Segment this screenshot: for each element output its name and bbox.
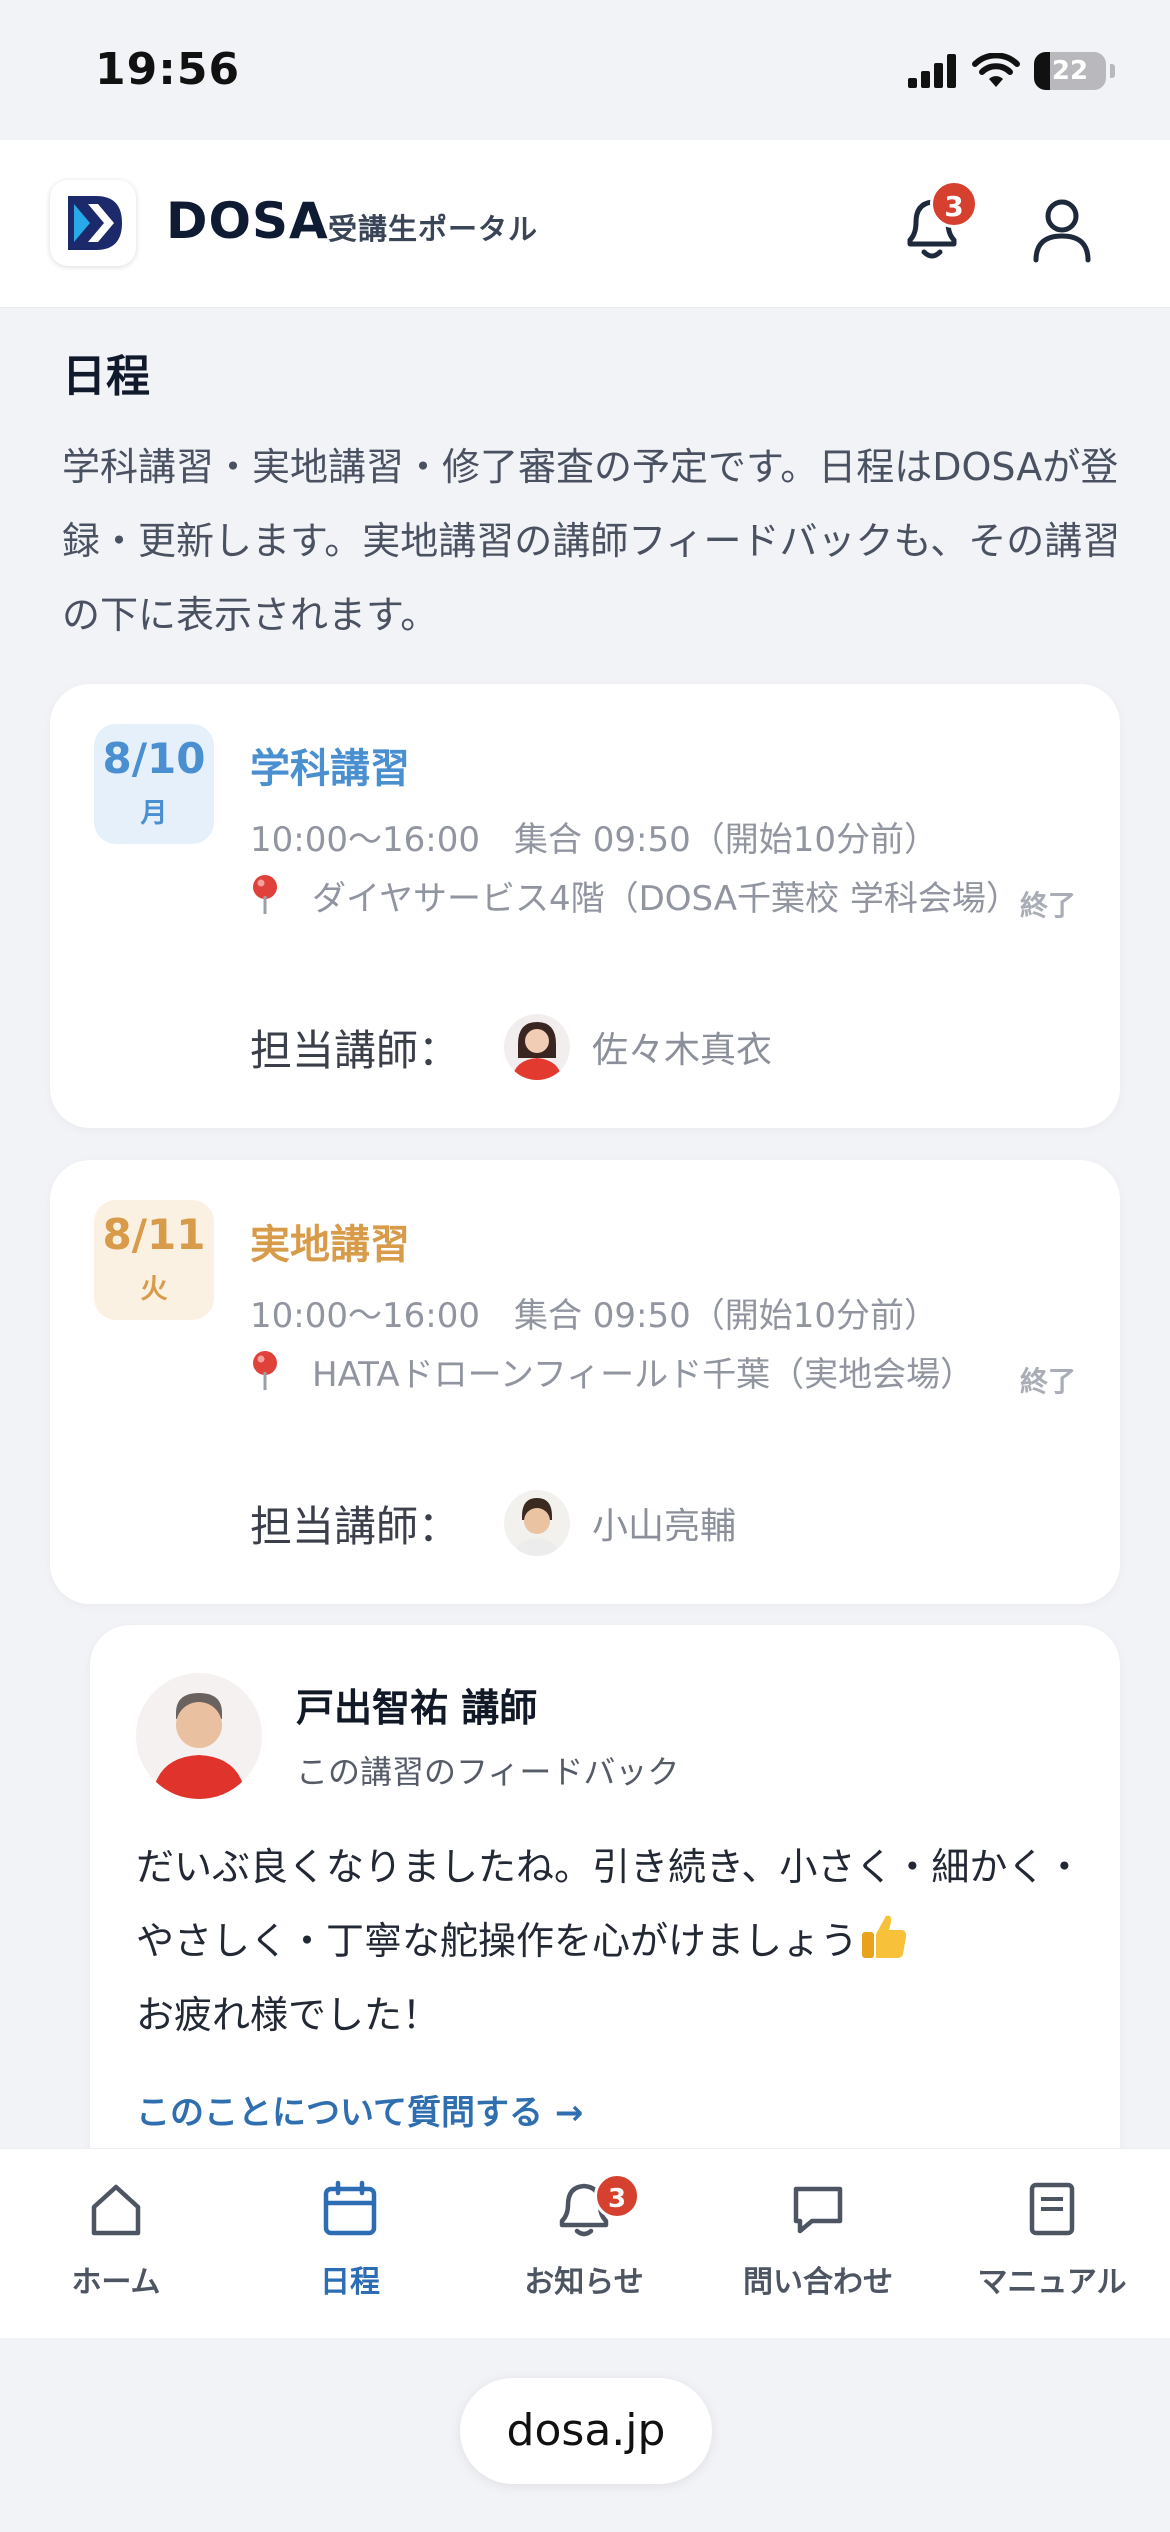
- browser-url-bar[interactable]: dosa.jp: [460, 2378, 712, 2484]
- instructor-avatar: [504, 1014, 571, 1080]
- status-icons: 22: [908, 52, 1115, 90]
- notification-badge: 3: [930, 180, 978, 228]
- brand-name: DOSA: [166, 192, 329, 250]
- nav-label: ホーム: [71, 2265, 161, 2300]
- notifications-button[interactable]: 3: [900, 180, 978, 272]
- ask-question-link[interactable]: このことについて質問する →: [136, 2085, 583, 2134]
- nav-item-schedule[interactable]: 日程: [250, 2179, 450, 2301]
- event-date: 8/10: [102, 734, 206, 783]
- feedback-instructor-avatar: [136, 1673, 262, 1799]
- instructor-name: 佐々木真衣: [592, 1030, 773, 1071]
- battery-icon: 22: [1034, 52, 1106, 90]
- user-icon: [1033, 199, 1091, 263]
- event-date-box: 8/10 月: [94, 724, 214, 844]
- status-bar: 19:56 22: [0, 0, 1170, 140]
- page-title: 日程: [62, 351, 150, 402]
- signal-icon: [908, 54, 956, 88]
- feedback-message: だいぶ良くなりましたね。引き続き、小さく・細かく・やさしく・丁寧な舵操作を心がけ…: [136, 1830, 1086, 2052]
- event-card[interactable]: 8/10 月 学科講習 10:00〜16:00 集合 09:50（開始10分前）…: [50, 684, 1120, 1128]
- instructor-row: 担当講師： 小山亮輔: [250, 1490, 736, 1556]
- calendar-icon: [323, 2180, 377, 2236]
- schedule-intro: 学科講習・実地講習・修了審査の予定です。日程はDOSAが登録・更新します。実地講…: [62, 445, 1121, 637]
- nav-item-home[interactable]: ホーム: [16, 2179, 216, 2301]
- chat-icon: [793, 2186, 843, 2234]
- event-date-box: 8/11 火: [94, 1200, 214, 1320]
- feedback-text: だいぶ良くなりましたね。引き続き、小さく・細かく・やさしく・丁寧な舵操作を心がけ…: [136, 1845, 1084, 1963]
- home-icon: [91, 2184, 141, 2236]
- bottom-navigation: ホーム 日程 3 お知らせ 問い合わせ マニュアル: [0, 2148, 1170, 2338]
- instructor-avatar: [504, 1490, 571, 1556]
- app-screen: 19:56 22 DOSA 受講生ポータル 3 日程 学科講習・実地講習・修了審…: [0, 0, 1170, 2532]
- nav-notification-badge: 3: [594, 2173, 640, 2219]
- battery-cap: [1110, 64, 1115, 78]
- event-title: 実地講習: [250, 1222, 410, 1268]
- event-location: HATAドローンフィールド千葉（実地会場）: [312, 1355, 975, 1395]
- feedback-card: 戸出智祐 講師 この講習のフィードバック だいぶ良くなりましたね。引き続き、小さ…: [90, 1625, 1120, 2185]
- event-weekday: 火: [140, 1274, 168, 1305]
- event-status-badge: 終了: [1019, 889, 1076, 922]
- nav-label: お知らせ: [524, 2265, 644, 2300]
- thumbs-up-icon: [862, 1915, 907, 1958]
- event-time: 10:00〜16:00 集合 09:50（開始10分前）: [250, 1296, 939, 1336]
- event-card[interactable]: 8/11 火 実地講習 10:00〜16:00 集合 09:50（開始10分前）…: [50, 1160, 1120, 1604]
- instructor-row: 担当講師： 佐々木真衣: [250, 1014, 772, 1080]
- status-time: 19:56: [95, 44, 241, 95]
- battery-level: 22: [1051, 56, 1089, 86]
- nav-item-manual[interactable]: マニュアル: [952, 2179, 1152, 2301]
- instructor-label: 担当講師：: [250, 1501, 461, 1551]
- wifi-icon: [972, 53, 1020, 87]
- dosa-logo-icon[interactable]: [50, 180, 136, 266]
- instructor-name: 小山亮輔: [592, 1506, 737, 1547]
- event-title: 学科講習: [250, 746, 410, 792]
- nav-label: 日程: [320, 2265, 380, 2300]
- feedback-subtitle: この講習のフィードバック: [296, 1753, 680, 1791]
- app-header: DOSA 受講生ポータル 3: [0, 140, 1170, 308]
- event-date: 8/11: [102, 1210, 206, 1259]
- event-status-badge: 終了: [1019, 1365, 1076, 1398]
- feedback-closing: お疲れ様でした！: [136, 1993, 441, 2037]
- feedback-instructor-name: 戸出智祐 講師: [296, 1686, 538, 1730]
- event-weekday: 月: [140, 798, 168, 829]
- event-location: ダイヤサービス4階（DOSA千葉校 学科会場）: [312, 879, 1020, 919]
- instructor-label: 担当講師：: [250, 1025, 461, 1075]
- nav-label: 問い合わせ: [743, 2265, 893, 2300]
- profile-button[interactable]: [1030, 196, 1094, 266]
- event-time: 10:00〜16:00 集合 09:50（開始10分前）: [250, 820, 939, 860]
- brand-subtitle: 受講生ポータル: [328, 212, 539, 246]
- nav-label: マニュアル: [977, 2265, 1127, 2300]
- nav-item-notices[interactable]: 3 お知らせ: [484, 2173, 684, 2301]
- nav-item-contact[interactable]: 問い合わせ: [718, 2179, 918, 2301]
- manual-icon: [1029, 2182, 1075, 2236]
